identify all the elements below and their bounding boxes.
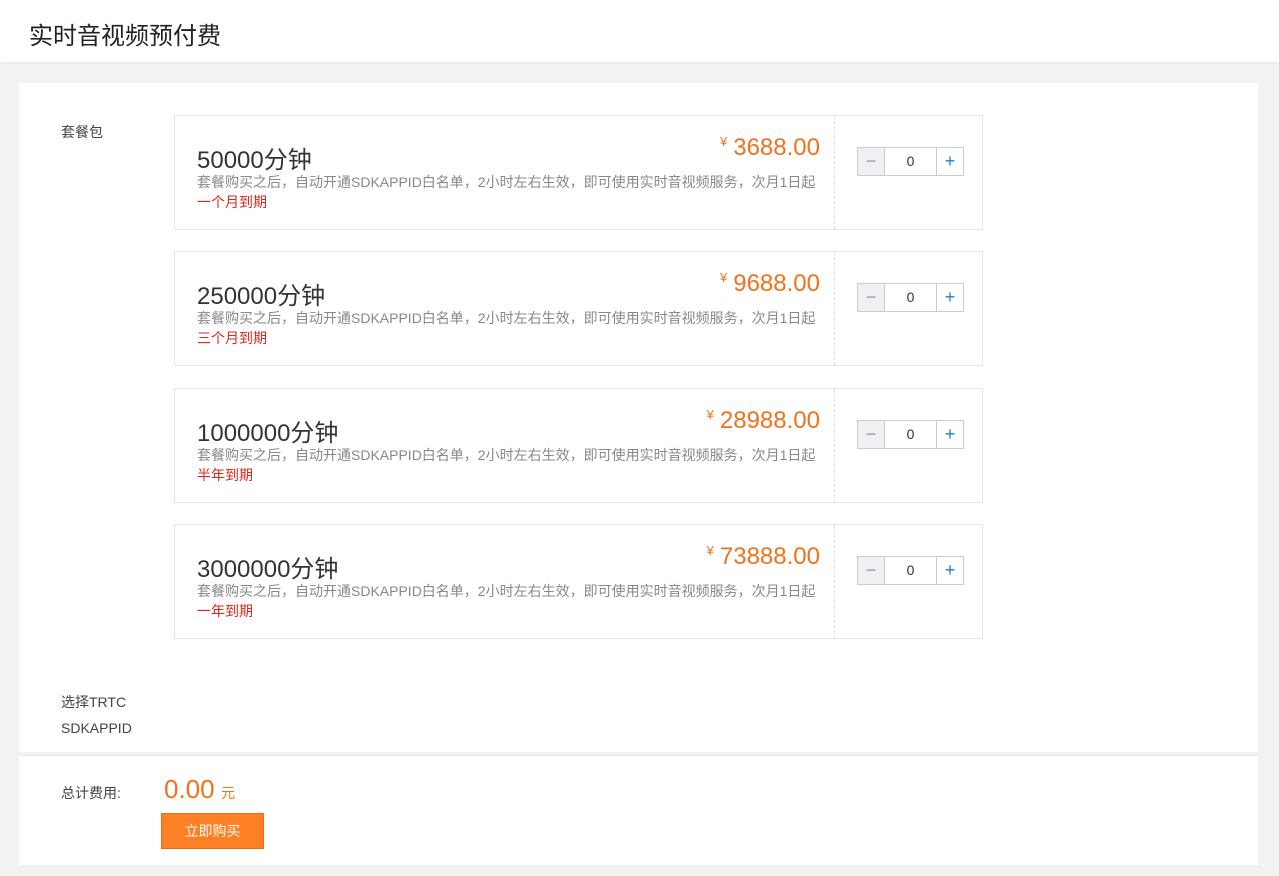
price-value: 73888.00 [719, 543, 820, 570]
package-card: 50000分钟 ¥3688.00 套餐购买之后，自动开通SDKAPPID白名单，… [174, 115, 983, 230]
package-info: 50000分钟 ¥3688.00 套餐购买之后，自动开通SDKAPPID白名单，… [175, 116, 835, 229]
decrement-button[interactable]: − [858, 421, 885, 448]
package-name: 1000000分钟 [197, 420, 339, 447]
increment-button[interactable]: + [936, 148, 963, 175]
currency-symbol: ¥ [720, 134, 728, 149]
description-text: 套餐购买之后，自动开通SDKAPPID白名单，2小时左右生效，即可使用实时音视频… [197, 447, 816, 463]
order-footer: 总计费用: 0.00 元 立即购买 [19, 755, 1258, 865]
package-name: 250000分钟 [197, 283, 326, 310]
package-description: 套餐购买之后，自动开通SDKAPPID白名单，2小时左右生效，即可使用实时音视频… [197, 308, 823, 348]
quantity-stepper: − + [857, 147, 964, 176]
description-text: 套餐购买之后，自动开通SDKAPPID白名单，2小时左右生效，即可使用实时音视频… [197, 310, 816, 326]
package-description: 套餐购买之后，自动开通SDKAPPID白名单，2小时左右生效，即可使用实时音视频… [197, 172, 823, 212]
price-value: 28988.00 [719, 407, 820, 434]
total-cost-amount: 0.00 [164, 774, 215, 804]
quantity-stepper: − + [857, 556, 964, 585]
package-price: ¥73888.00 [707, 543, 820, 571]
package-card: 250000分钟 ¥9688.00 套餐购买之后，自动开通SDKAPPID白名单… [174, 251, 983, 366]
package-name: 3000000分钟 [197, 556, 339, 583]
price-value: 9688.00 [733, 270, 820, 297]
sdkappid-label-line1: 选择TRTC [61, 694, 127, 710]
package-price: ¥3688.00 [720, 134, 820, 162]
currency-symbol: ¥ [706, 407, 714, 422]
currency-symbol: ¥ [706, 543, 714, 558]
package-price: ¥28988.00 [707, 407, 820, 435]
package-duration: 一年到期 [197, 603, 253, 619]
quantity-input[interactable] [885, 421, 936, 448]
package-duration: 三个月到期 [197, 330, 267, 346]
quantity-input[interactable] [885, 284, 936, 311]
package-duration: 半年到期 [197, 467, 253, 483]
package-info: 1000000分钟 ¥28988.00 套餐购买之后，自动开通SDKAPPID白… [175, 389, 835, 502]
top-bar: 实时音视频预付费 [0, 0, 1279, 62]
package-name: 50000分钟 [197, 147, 312, 174]
decrement-button[interactable]: − [858, 148, 885, 175]
quantity-input[interactable] [885, 557, 936, 584]
quantity-stepper: − + [857, 420, 964, 449]
decrement-button[interactable]: − [858, 557, 885, 584]
description-text: 套餐购买之后，自动开通SDKAPPID白名单，2小时左右生效，即可使用实时音视频… [197, 583, 816, 599]
package-card: 3000000分钟 ¥73888.00 套餐购买之后，自动开通SDKAPPID白… [174, 524, 983, 639]
package-panel: 套餐包 50000分钟 ¥3688.00 套餐购买之后，自动开通SDKAPPID… [19, 83, 1258, 752]
buy-now-button[interactable]: 立即购买 [161, 813, 264, 849]
price-value: 3688.00 [733, 134, 820, 161]
quantity-stepper: − + [857, 283, 964, 312]
sdkappid-label-line2: SDKAPPID [61, 720, 132, 736]
package-description: 套餐购买之后，自动开通SDKAPPID白名单，2小时左右生效，即可使用实时音视频… [197, 445, 823, 485]
package-info: 250000分钟 ¥9688.00 套餐购买之后，自动开通SDKAPPID白名单… [175, 252, 835, 365]
package-duration: 一个月到期 [197, 194, 267, 210]
increment-button[interactable]: + [936, 421, 963, 448]
increment-button[interactable]: + [936, 557, 963, 584]
quantity-input[interactable] [885, 148, 936, 175]
sdkappid-section-label: 选择TRTC SDKAPPID [61, 689, 151, 741]
description-text: 套餐购买之后，自动开通SDKAPPID白名单，2小时左右生效，即可使用实时音视频… [197, 174, 816, 190]
package-description: 套餐购买之后，自动开通SDKAPPID白名单，2小时左右生效，即可使用实时音视频… [197, 581, 823, 621]
total-cost-label: 总计费用: [61, 785, 121, 801]
package-card: 1000000分钟 ¥28988.00 套餐购买之后，自动开通SDKAPPID白… [174, 388, 983, 503]
package-section-label: 套餐包 [61, 124, 103, 140]
page-title: 实时音视频预付费 [29, 22, 221, 50]
increment-button[interactable]: + [936, 284, 963, 311]
package-price: ¥9688.00 [720, 270, 820, 298]
decrement-button[interactable]: − [858, 284, 885, 311]
package-info: 3000000分钟 ¥73888.00 套餐购买之后，自动开通SDKAPPID白… [175, 525, 835, 638]
total-cost-unit: 元 [221, 785, 235, 801]
currency-symbol: ¥ [720, 270, 728, 285]
